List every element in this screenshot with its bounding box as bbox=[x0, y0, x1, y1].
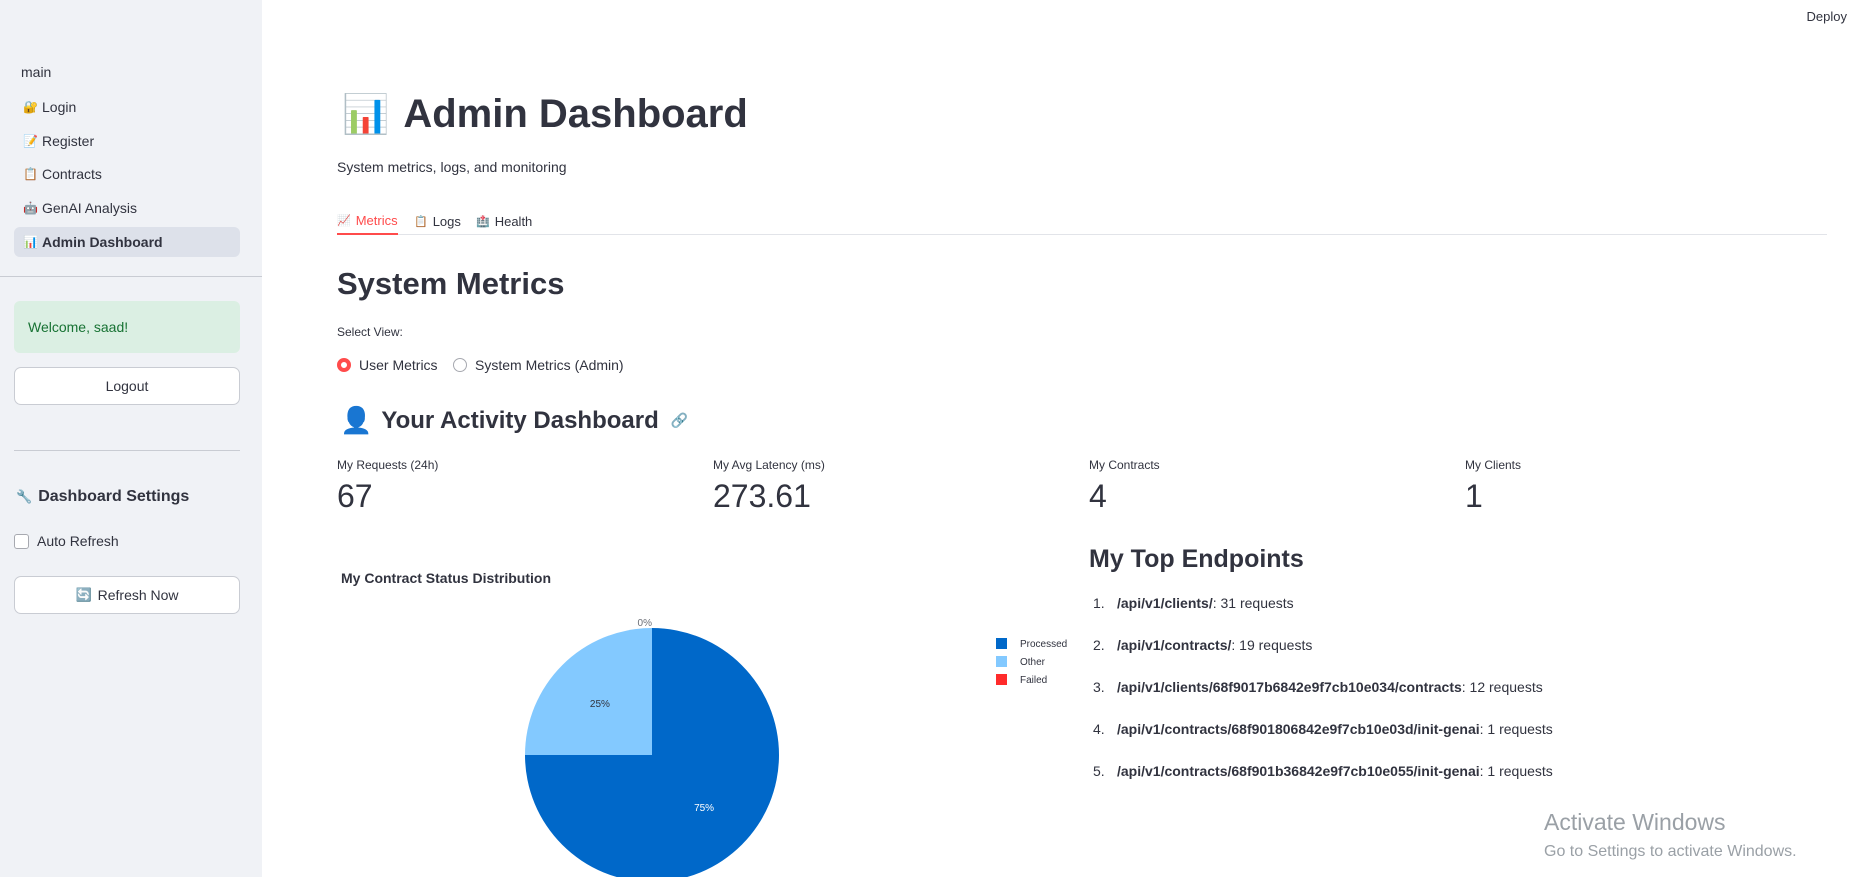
radio-button[interactable] bbox=[453, 358, 467, 372]
endpoints-list: 1./api/v1/clients/: 31 requests 2./api/v… bbox=[1093, 595, 1553, 805]
radio-label: User Metrics bbox=[359, 357, 438, 373]
lock-icon: 🔐 bbox=[23, 100, 38, 114]
metric-label: My Avg Latency (ms) bbox=[713, 458, 825, 472]
refresh-now-label: Refresh Now bbox=[97, 587, 179, 603]
pie-slice-other bbox=[525, 628, 652, 755]
radio-user-metrics[interactable]: User Metrics bbox=[337, 357, 438, 373]
list-item: 1./api/v1/clients/: 31 requests bbox=[1093, 595, 1294, 611]
contract-status-pie-chart: 75% 25% 0% Processed Other Failed bbox=[525, 618, 1067, 877]
refresh-icon: 🔄 bbox=[75, 587, 92, 602]
wrench-icon: 🔧 bbox=[16, 489, 33, 504]
activate-windows-watermark: Activate Windows bbox=[1544, 809, 1726, 835]
page-title: 📊 Admin Dashboard bbox=[342, 92, 748, 137]
metric-value: 1 bbox=[1465, 478, 1483, 514]
endpoint-path: /api/v1/contracts/ bbox=[1117, 637, 1232, 653]
tab-bar: 📈 Metrics 📋 Logs 🏥 Health bbox=[337, 203, 1827, 235]
sidebar-item-login[interactable]: 🔐 Login bbox=[14, 92, 240, 122]
auto-refresh-checkbox[interactable]: Auto Refresh bbox=[14, 533, 119, 549]
legend-swatch-processed bbox=[996, 638, 1007, 649]
activate-windows-subtext: Go to Settings to activate Windows. bbox=[1544, 843, 1797, 860]
legend-label-failed: Failed bbox=[1020, 675, 1047, 686]
top-endpoints-heading: My Top Endpoints bbox=[1089, 545, 1304, 573]
hospital-icon: 🏥 bbox=[476, 215, 490, 228]
list-item: 3./api/v1/clients/68f9017b6842e9f7cb10e0… bbox=[1093, 679, 1543, 695]
sidebar-item-register[interactable]: 📝 Register bbox=[14, 126, 240, 156]
link-icon[interactable]: 🔗 bbox=[671, 412, 688, 429]
endpoint-count: : 12 requests bbox=[1461, 679, 1543, 695]
robot-icon: 🤖 bbox=[23, 201, 38, 215]
sidebar-item-admin-dashboard[interactable]: 📊 Admin Dashboard bbox=[14, 227, 240, 257]
sidebar: main 🔐 Login 📝 Register 📋 Contracts 🤖 Ge… bbox=[0, 0, 262, 877]
chart-increasing-icon: 📈 bbox=[337, 214, 351, 227]
pie-label-failed: 0% bbox=[638, 618, 653, 629]
endpoint-count: : 19 requests bbox=[1231, 637, 1313, 653]
legend-label-other: Other bbox=[1020, 657, 1046, 668]
tab-label: Logs bbox=[432, 213, 461, 229]
endpoint-count: : 1 requests bbox=[1479, 763, 1553, 779]
activity-dashboard-title: Your Activity Dashboard bbox=[381, 406, 659, 434]
tab-label: Health bbox=[494, 213, 533, 229]
pie-label-other: 25% bbox=[590, 699, 610, 710]
sidebar-divider bbox=[14, 450, 240, 451]
sidebar-item-label: Register bbox=[42, 133, 95, 149]
metric-label: My Clients bbox=[1465, 458, 1522, 472]
page-title-text: Admin Dashboard bbox=[403, 92, 748, 136]
dashboard-settings-heading: 🔧 Dashboard Settings bbox=[16, 488, 189, 506]
clipboard-icon: 📋 bbox=[414, 215, 428, 228]
metric-label: My Contracts bbox=[1089, 458, 1160, 472]
system-metrics-heading: System Metrics bbox=[337, 266, 565, 301]
settings-heading-text: Dashboard Settings bbox=[38, 488, 190, 505]
endpoint-count: : 31 requests bbox=[1212, 595, 1294, 611]
deploy-button[interactable]: Deploy bbox=[1807, 9, 1847, 24]
radio-button-selected[interactable] bbox=[337, 358, 351, 372]
bar-chart-icon: 📊 bbox=[342, 93, 390, 136]
sidebar-item-contracts[interactable]: 📋 Contracts bbox=[14, 159, 240, 189]
clipboard-icon: 📋 bbox=[23, 167, 38, 181]
pie-label-processed: 75% bbox=[694, 803, 714, 814]
metric-value: 4 bbox=[1089, 478, 1107, 514]
page-subtitle: System metrics, logs, and monitoring bbox=[337, 159, 567, 175]
sidebar-divider bbox=[0, 276, 262, 277]
endpoint-count: : 1 requests bbox=[1479, 721, 1553, 737]
endpoint-path: /api/v1/contracts/68f901806842e9f7cb10e0… bbox=[1117, 721, 1480, 737]
sidebar-item-label: Login bbox=[42, 99, 77, 115]
legend-swatch-other bbox=[996, 656, 1007, 667]
sidebar-item-label: GenAI Analysis bbox=[42, 200, 137, 216]
metric-value: 67 bbox=[337, 478, 373, 514]
checkbox-box[interactable] bbox=[14, 533, 29, 549]
person-icon: 👤 bbox=[340, 405, 373, 435]
select-view-label: Select View: bbox=[337, 325, 403, 339]
nav-section-title: main bbox=[21, 64, 52, 80]
metric-value: 273.61 bbox=[713, 478, 811, 514]
sidebar-item-label: Admin Dashboard bbox=[42, 234, 163, 250]
logout-button[interactable]: Logout bbox=[14, 367, 240, 405]
list-item: 4./api/v1/contracts/68f901806842e9f7cb10… bbox=[1093, 721, 1553, 737]
tab-logs[interactable]: 📋 Logs bbox=[414, 207, 461, 235]
refresh-now-button[interactable]: 🔄 Refresh Now bbox=[14, 576, 240, 614]
sidebar-item-label: Contracts bbox=[42, 166, 102, 182]
activity-dashboard-heading: 👤 Your Activity Dashboard 🔗 bbox=[340, 405, 688, 436]
sidebar-item-genai-analysis[interactable]: 🤖 GenAI Analysis bbox=[14, 193, 240, 223]
memo-icon: 📝 bbox=[23, 134, 38, 148]
endpoint-path: /api/v1/clients/ bbox=[1117, 595, 1213, 611]
legend-label-processed: Processed bbox=[1020, 639, 1067, 650]
legend-swatch-failed bbox=[996, 674, 1007, 685]
radio-system-metrics-admin[interactable]: System Metrics (Admin) bbox=[453, 357, 624, 373]
list-item: 5./api/v1/contracts/68f901b36842e9f7cb10… bbox=[1093, 763, 1553, 779]
auto-refresh-label: Auto Refresh bbox=[37, 533, 119, 549]
list-item: 2./api/v1/contracts/: 19 requests bbox=[1093, 637, 1313, 653]
radio-label: System Metrics (Admin) bbox=[475, 357, 624, 373]
bar-chart-icon: 📊 bbox=[23, 235, 38, 249]
tab-health[interactable]: 🏥 Health bbox=[476, 207, 532, 235]
chart-title: My Contract Status Distribution bbox=[341, 570, 552, 586]
tab-label: Metrics bbox=[355, 212, 398, 228]
welcome-message: Welcome, saad! bbox=[14, 301, 240, 353]
endpoint-path: /api/v1/clients/68f9017b6842e9f7cb10e034… bbox=[1117, 679, 1462, 695]
metric-label: My Requests (24h) bbox=[337, 458, 439, 472]
endpoint-path: /api/v1/contracts/68f901b36842e9f7cb10e0… bbox=[1117, 763, 1480, 779]
tab-metrics[interactable]: 📈 Metrics bbox=[337, 207, 398, 235]
